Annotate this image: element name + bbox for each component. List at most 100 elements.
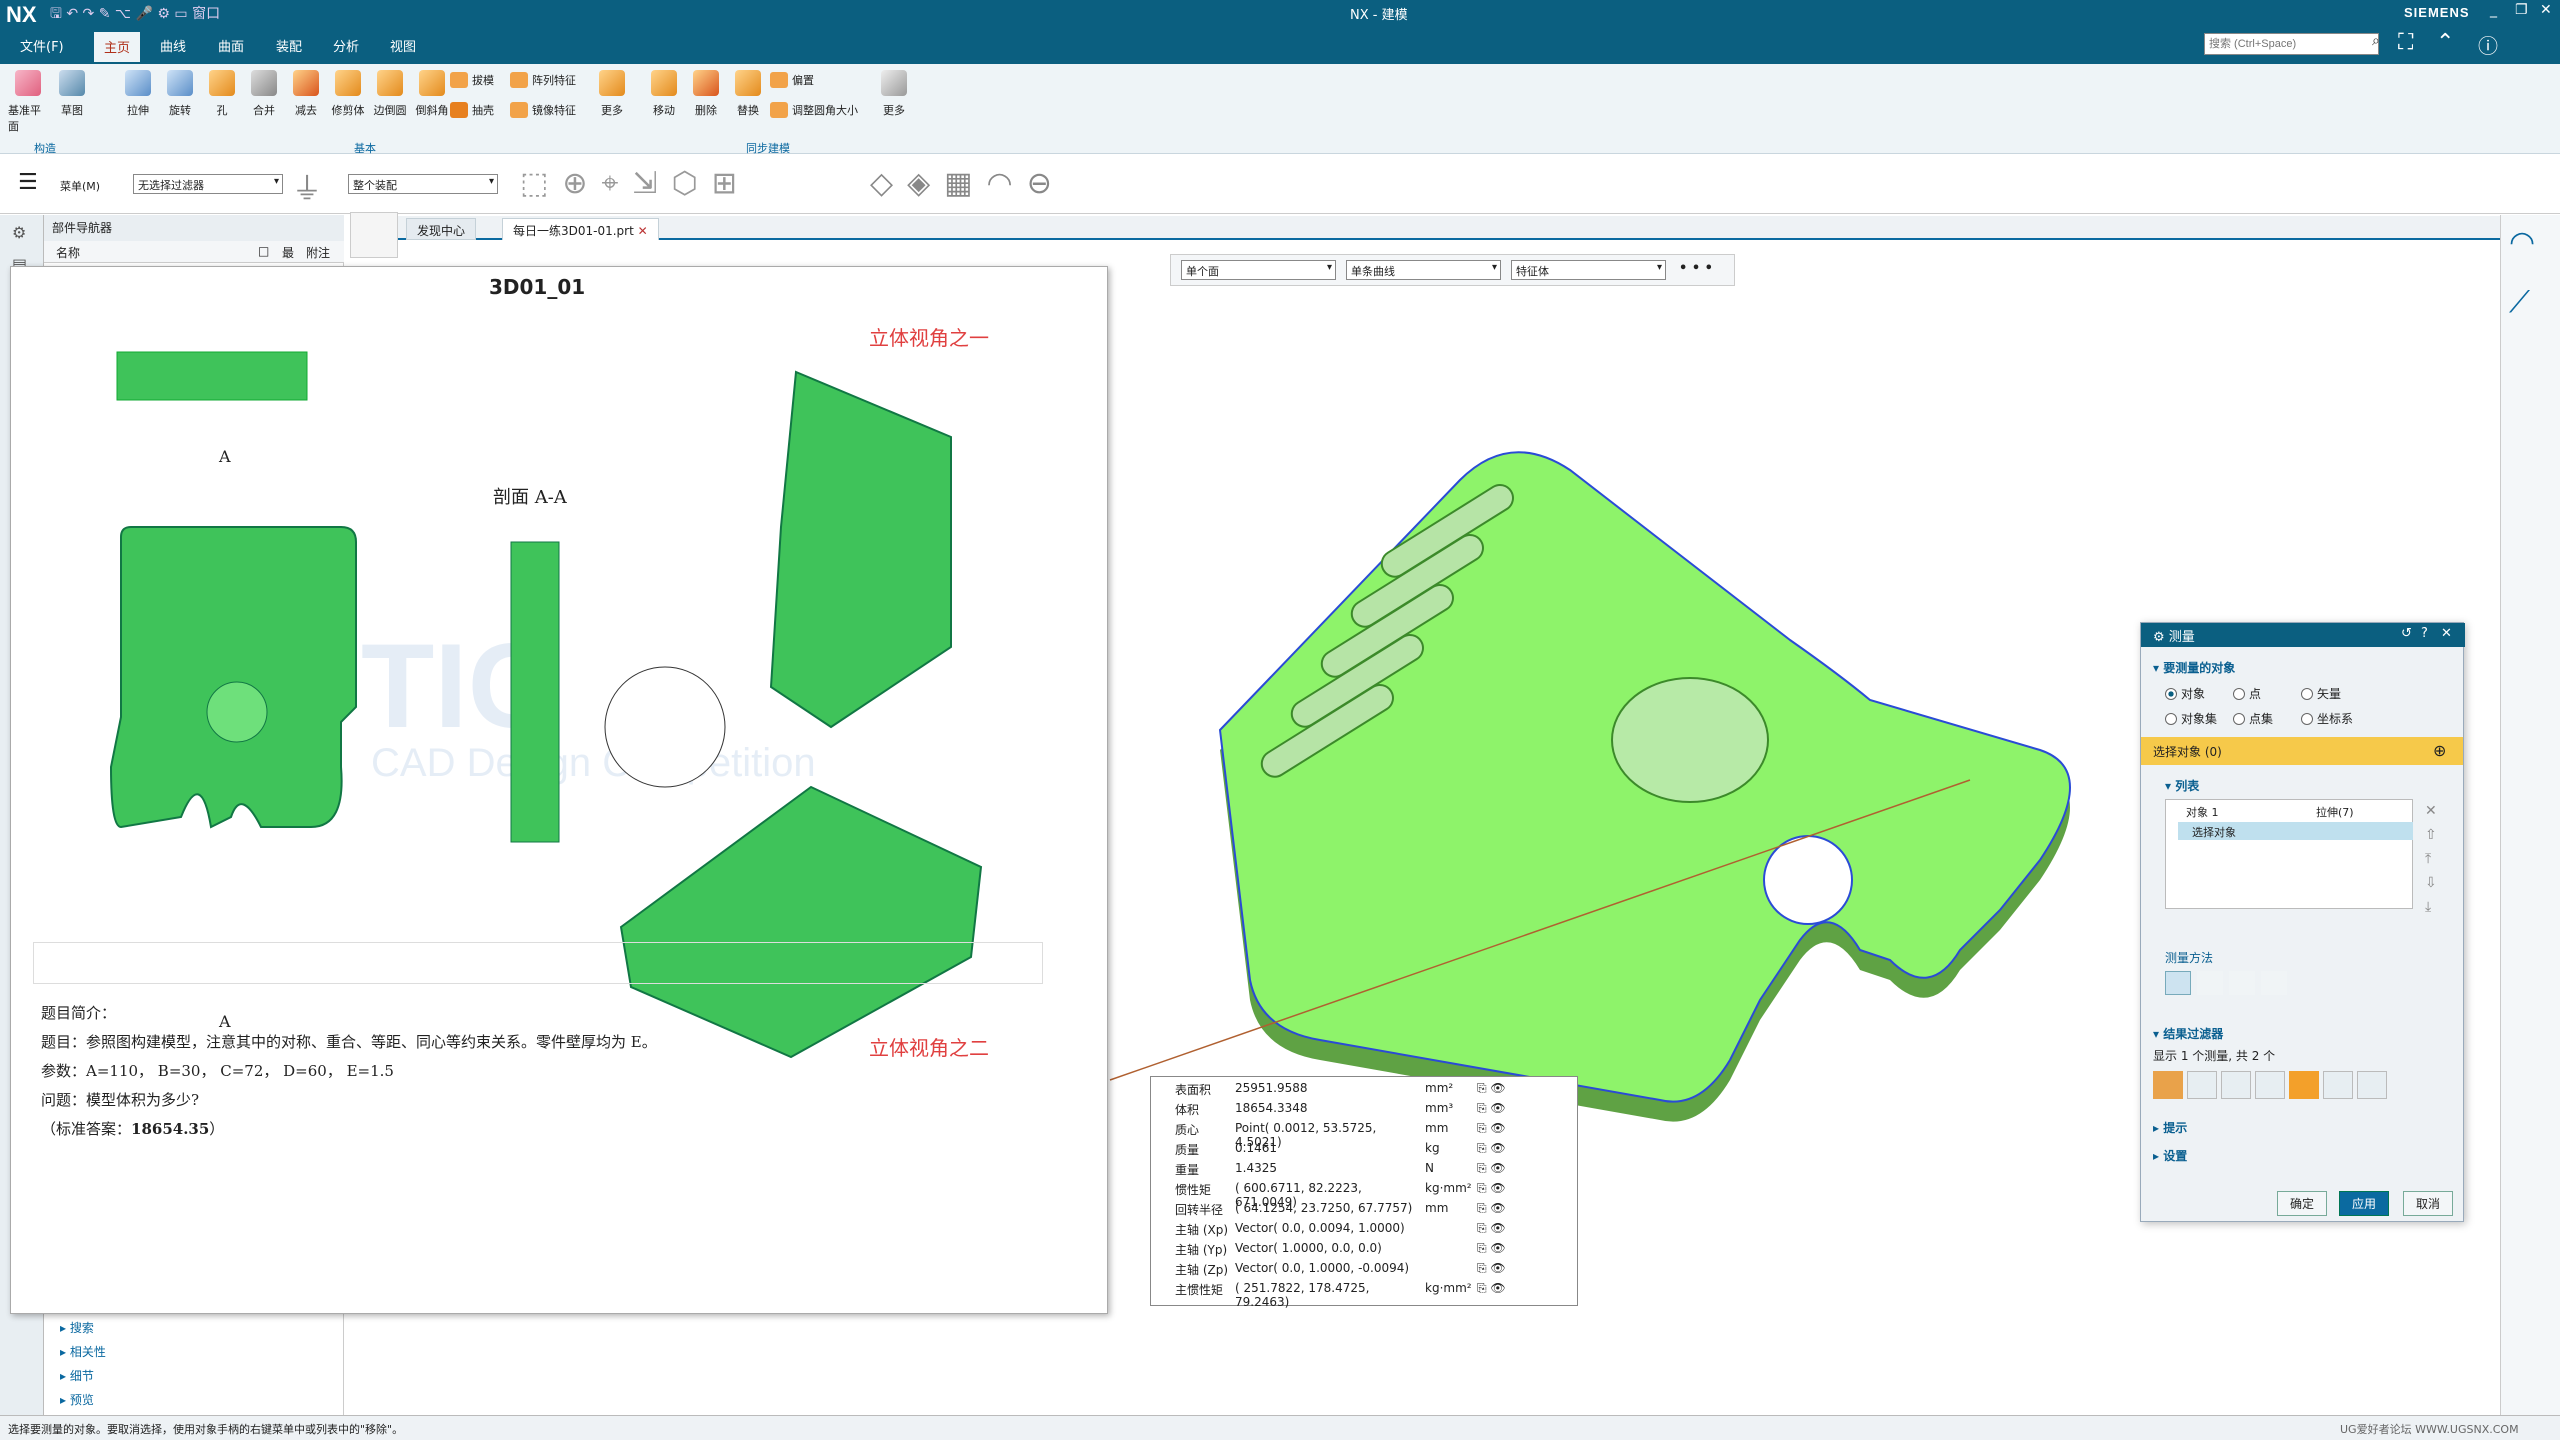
curve-rule-dropdown[interactable]: 单条曲线 <box>1346 260 1501 280</box>
section-view-icon[interactable]: ◈ <box>907 166 930 201</box>
copy-visibility-icon[interactable]: ⎘ 👁 <box>1477 1221 1527 1241</box>
menu-file[interactable]: 文件(F) <box>10 34 74 57</box>
chamfer-button[interactable]: 倒斜角 <box>412 70 452 118</box>
hamburger-menu-icon[interactable]: ☰ <box>18 170 38 195</box>
list-up-icon[interactable]: ⇧ <box>2425 827 2437 843</box>
revolve-button[interactable]: 旋转 <box>160 70 200 118</box>
crosshair-icon[interactable]: ⊕ <box>2433 741 2446 760</box>
body-rule-dropdown[interactable]: 特征体 <box>1511 260 1666 280</box>
snap-box-icon[interactable]: ⬡ <box>672 166 698 201</box>
measure-tool-icon[interactable]: ⟋ <box>2509 285 2530 320</box>
tab-close-icon[interactable]: ✕ <box>638 224 648 238</box>
draft-button[interactable]: 拔模 <box>450 72 510 88</box>
col-latest[interactable]: 最 <box>282 244 294 261</box>
move-face-button[interactable]: 移动 <box>644 70 684 118</box>
copy-visibility-icon[interactable]: ⎘ 👁 <box>1477 1261 1527 1281</box>
reset-icon[interactable]: ↺ <box>2401 626 2412 641</box>
offset-region-button[interactable]: 偏置 <box>770 72 858 88</box>
filter-funnel-icon[interactable]: ⏚ <box>292 164 322 208</box>
restore-icon[interactable]: ❐ <box>2515 2 2528 18</box>
radio-object-set[interactable]: 对象集 <box>2165 710 2233 727</box>
radio-object[interactable]: 对象 <box>2165 685 2233 702</box>
col-notes[interactable]: 附注 <box>306 244 330 261</box>
sketch-button[interactable]: 草图 <box>52 70 92 134</box>
copy-visibility-icon[interactable]: ⎘ 👁 <box>1477 1141 1527 1161</box>
section-list[interactable]: ▾ 列表 <box>2165 777 2199 794</box>
menu-curve[interactable]: 曲线 <box>150 34 196 57</box>
snap-target-icon[interactable]: ⌖ <box>602 166 619 201</box>
hole-button[interactable]: 孔 <box>202 70 242 118</box>
snap-cursor-icon[interactable]: ⇲ <box>632 166 657 201</box>
radio-point[interactable]: 点 <box>2233 685 2301 702</box>
pipe-view-icon[interactable]: ⊖ <box>1027 166 1052 201</box>
list-row-0-col-0[interactable]: 对象 1 <box>2186 804 2219 820</box>
method-perpendicular-icon[interactable] <box>2229 971 2255 995</box>
list-bottom-icon[interactable]: ⤓ <box>2425 899 2437 915</box>
radio-point-set[interactable]: 点集 <box>2233 710 2301 727</box>
copy-visibility-icon[interactable]: ⎘ 👁 <box>1477 1281 1527 1301</box>
fullscreen-icon[interactable]: ⛶ <box>2398 30 2413 55</box>
type-filter-dropdown[interactable]: 无选择过滤器 <box>133 174 283 194</box>
close-icon[interactable]: ✕ <box>2540 2 2552 18</box>
filter-length-icon[interactable] <box>2187 1071 2217 1099</box>
surface-view-icon[interactable]: ◠ <box>987 166 1013 201</box>
datum-plane-button[interactable]: 基准平面 <box>8 70 48 134</box>
list-row-1[interactable]: 选择对象 <box>2178 822 2413 840</box>
list-remove-icon[interactable]: ✕ <box>2425 803 2437 819</box>
curve-tool-icon[interactable]: ◠ <box>2509 225 2535 260</box>
shell-button[interactable]: 抽壳 <box>450 102 510 118</box>
list-top-icon[interactable]: ⤒ <box>2425 851 2437 867</box>
apply-button[interactable]: 应用 <box>2339 1191 2390 1216</box>
copy-visibility-icon[interactable]: ⎘ 👁 <box>1477 1101 1527 1121</box>
cancel-button[interactable]: 取消 <box>2403 1191 2454 1216</box>
tab-discovery[interactable]: 发现中心 <box>406 218 477 240</box>
search-input[interactable] <box>2204 33 2379 55</box>
filter-area-icon[interactable] <box>2255 1071 2285 1099</box>
help-icon[interactable]: ⓘ <box>2478 30 2498 59</box>
collapse-ribbon-icon[interactable]: ⌃ <box>2436 30 2454 55</box>
panel-dependencies[interactable]: ▸ 相关性 <box>60 1343 106 1360</box>
more-basic-button[interactable]: 更多 <box>592 70 632 118</box>
help-dialog-icon[interactable]: ? <box>2421 626 2428 641</box>
view-cube-icon[interactable] <box>350 212 398 258</box>
extrude-button[interactable]: 拉伸 <box>118 70 158 118</box>
settings-gear-icon[interactable]: ⚙ <box>12 223 26 242</box>
quick-access-toolbar[interactable]: 🖫 ↶ ↷ ✎ ⌥ 🎤 ⚙ ▭ 窗口 <box>50 3 220 27</box>
section-settings[interactable]: ▸ 设置 <box>2153 1147 2187 1164</box>
menu-analysis[interactable]: 分析 <box>323 34 369 57</box>
menu-button[interactable]: 菜单(M) <box>60 178 100 194</box>
pattern-feature-button[interactable]: 阵列特征 <box>510 72 590 88</box>
tab-part-file[interactable]: 每日一练3D01-01.prt ✕ <box>502 218 659 240</box>
panel-search[interactable]: ▸ 搜索 <box>60 1319 94 1336</box>
select-object-row[interactable]: 选择对象 (0) ⊕ <box>2141 737 2463 765</box>
radio-vector[interactable]: 矢量 <box>2301 685 2381 702</box>
search-icon[interactable]: ⌕ <box>2372 33 2380 49</box>
copy-visibility-icon[interactable]: ⎘ 👁 <box>1477 1081 1527 1101</box>
list-down-icon[interactable]: ⇩ <box>2425 875 2437 891</box>
section-objects[interactable]: ▾ 要测量的对象 <box>2153 659 2235 676</box>
method-parallel-icon[interactable] <box>2197 971 2223 995</box>
radio-csys[interactable]: 坐标系 <box>2301 710 2381 727</box>
copy-visibility-icon[interactable]: ⎘ 👁 <box>1477 1181 1527 1201</box>
more-sync-button[interactable]: 更多 <box>874 70 914 118</box>
minimize-icon[interactable]: _ <box>2490 2 2497 18</box>
copy-visibility-icon[interactable]: ⎘ 👁 <box>1477 1121 1527 1141</box>
subtract-button[interactable]: 减去 <box>286 70 326 118</box>
more-options-icon[interactable]: • • • <box>1679 261 1713 276</box>
shaded-view-icon[interactable]: ◇ <box>870 166 893 201</box>
unite-button[interactable]: 合并 <box>244 70 284 118</box>
trim-body-button[interactable]: 修剪体 <box>328 70 368 118</box>
dialog-close-icon[interactable]: ✕ <box>2441 626 2452 641</box>
mirror-feature-button[interactable]: 镜像特征 <box>510 102 590 118</box>
filter-volume-icon[interactable] <box>2289 1071 2319 1099</box>
section-hint[interactable]: ▸ 提示 <box>2153 1119 2187 1136</box>
menu-assembly[interactable]: 装配 <box>266 34 312 57</box>
snap-pick-icon[interactable]: ⊞ <box>712 166 737 201</box>
panel-preview[interactable]: ▸ 预览 <box>60 1391 94 1408</box>
method-projected-icon[interactable] <box>2261 971 2287 995</box>
mesh-view-icon[interactable]: ▦ <box>944 166 972 201</box>
filter-more-icon[interactable] <box>2357 1071 2387 1099</box>
col-name[interactable]: 名称 <box>56 244 80 261</box>
filter-angle-icon[interactable] <box>2221 1071 2251 1099</box>
face-rule-dropdown[interactable]: 单个面 <box>1181 260 1336 280</box>
